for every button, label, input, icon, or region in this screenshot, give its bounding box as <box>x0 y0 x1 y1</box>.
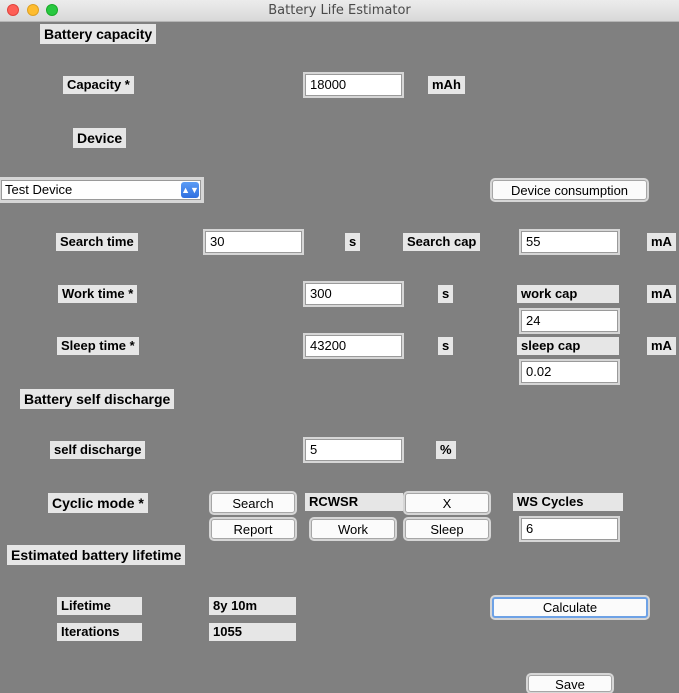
sleep-time-input[interactable]: 43200 <box>305 335 402 357</box>
battery-capacity-heading: Battery capacity <box>40 24 157 44</box>
work-button[interactable]: Work <box>311 519 395 539</box>
chevron-down-icon[interactable]: ▲▼ <box>181 182 199 198</box>
search-time-unit: s <box>345 233 361 251</box>
window-title: Battery Life Estimator <box>268 3 411 18</box>
cyclic-mode-label: Cyclic mode * <box>48 493 148 513</box>
clear-sequence-button[interactable]: X <box>405 493 489 513</box>
sleep-time-unit: s <box>438 337 454 355</box>
iterations-value: 1055 <box>209 623 296 641</box>
work-cap-input[interactable]: 24 <box>521 310 618 332</box>
ws-cycles-label: WS Cycles <box>513 493 623 511</box>
self-discharge-unit: % <box>436 441 456 459</box>
work-cap-label: work cap <box>517 285 619 303</box>
work-time-input[interactable]: 300 <box>305 283 402 305</box>
self-discharge-heading: Battery self discharge <box>20 389 175 409</box>
sleep-cap-input[interactable]: 0.02 <box>521 361 618 383</box>
device-select[interactable]: Test Device ▲▼ <box>1 180 201 200</box>
self-discharge-input[interactable]: 5 <box>305 439 402 461</box>
sleep-cap-label: sleep cap <box>517 337 619 355</box>
sleep-cap-unit: mA <box>647 337 676 355</box>
calculate-button[interactable]: Calculate <box>492 597 648 618</box>
lifetime-label: Lifetime <box>57 597 142 615</box>
work-cap-unit: mA <box>647 285 676 303</box>
self-discharge-label: self discharge <box>50 441 146 459</box>
search-cap-unit: mA <box>647 233 676 251</box>
cycle-sequence: RCWSR <box>305 493 403 511</box>
work-time-unit: s <box>438 285 454 303</box>
ws-cycles-input[interactable]: 6 <box>521 518 618 540</box>
work-time-label: Work time * <box>58 285 138 303</box>
iterations-label: Iterations <box>57 623 142 641</box>
sleep-button[interactable]: Sleep <box>405 519 489 539</box>
title-bar: Battery Life Estimator <box>0 0 679 22</box>
device-heading: Device <box>73 128 127 148</box>
search-cap-input[interactable]: 55 <box>521 231 618 253</box>
search-time-label: Search time <box>56 233 138 251</box>
capacity-input[interactable]: 18000 <box>305 74 402 96</box>
sleep-time-label: Sleep time * <box>57 337 139 355</box>
save-button[interactable]: Save <box>528 675 612 692</box>
search-button[interactable]: Search <box>211 493 295 513</box>
estimated-lifetime-heading: Estimated battery lifetime <box>7 545 186 565</box>
report-button[interactable]: Report <box>211 519 295 539</box>
capacity-unit: mAh <box>428 76 465 94</box>
lifetime-value: 8y 10m <box>209 597 296 615</box>
device-select-value: Test Device <box>5 182 73 197</box>
capacity-label: Capacity * <box>63 76 134 94</box>
search-cap-label: Search cap <box>403 233 481 251</box>
device-consumption-button[interactable]: Device consumption <box>492 180 647 200</box>
search-time-input[interactable]: 30 <box>205 231 302 253</box>
